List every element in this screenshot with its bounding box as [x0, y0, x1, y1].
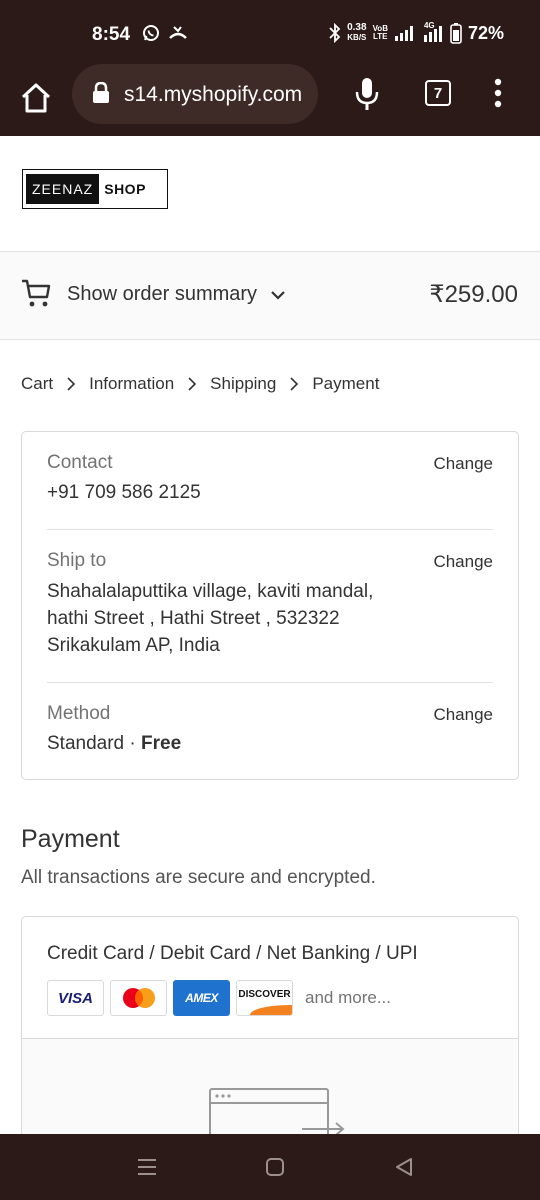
breadcrumb-information[interactable]: Information: [89, 374, 174, 394]
signal-4g-icon: 4G: [422, 21, 444, 43]
payment-subtitle: All transactions are secure and encrypte…: [21, 867, 376, 888]
card-logos: VISA AMEX DISCOVER and more...: [47, 980, 391, 1016]
tab-switcher-button[interactable]: 7: [425, 80, 451, 106]
method-label: Method: [47, 703, 111, 724]
divider: [47, 529, 493, 530]
url-text: s14.myshopify.com: [124, 83, 303, 106]
address-line: Srikakulam AP, India: [47, 635, 220, 656]
payment-method-option[interactable]: Credit Card / Debit Card / Net Banking /…: [22, 917, 518, 1039]
bluetooth-icon: [329, 23, 341, 43]
microphone-icon[interactable]: [354, 76, 380, 112]
method-value: Standard · Free: [47, 730, 493, 757]
payment-method-label: Credit Card / Debit Card / Net Banking /…: [47, 943, 418, 964]
breadcrumb: Cart Information Shipping Payment: [21, 374, 379, 394]
battery-icon: [450, 23, 462, 44]
chevron-down-icon: [271, 291, 285, 300]
recent-apps-icon[interactable]: [136, 1156, 158, 1178]
status-time: 8:54: [92, 24, 131, 45]
address-line: hathi Street , Hathi Street , 532322: [47, 608, 340, 629]
payment-redirect-panel: [22, 1039, 518, 1145]
ship-to-address: Shahalalaputtika village, kaviti mandal,…: [47, 578, 493, 659]
order-total: ₹259.00: [429, 281, 518, 308]
chevron-right-icon: [187, 376, 197, 392]
browser-toolbar: s14.myshopify.com 7: [0, 64, 540, 136]
network-speed: 0.38 KB/S: [347, 22, 367, 43]
battery-percent: 72%: [467, 22, 504, 43]
cart-icon: [22, 279, 51, 307]
contact-value: +91 709 586 2125: [47, 482, 201, 503]
more-options-icon[interactable]: [488, 76, 508, 112]
payment-heading: Payment: [21, 825, 120, 853]
breadcrumb-payment: Payment: [312, 374, 380, 393]
chevron-right-icon: [66, 376, 76, 392]
status-system-icons: 0.38 KB/S VoB LTE 4G 72%: [329, 21, 504, 44]
volte-indicator: VoB LTE: [372, 24, 388, 41]
contact-label: Contact: [47, 452, 113, 473]
home-icon[interactable]: [18, 80, 54, 116]
logo-dark-text: ZEENAZ: [26, 174, 100, 204]
shop-header: ZEENAZ SHOP: [0, 136, 540, 252]
payment-method-box: Credit Card / Debit Card / Net Banking /…: [21, 916, 519, 1146]
tab-count: 7: [433, 84, 443, 102]
review-block: Contact +91 709 586 2125 Change Ship to …: [21, 431, 519, 780]
change-contact-link[interactable]: Change: [433, 454, 493, 474]
back-icon[interactable]: [393, 1156, 415, 1178]
change-method-link[interactable]: Change: [433, 705, 493, 725]
and-more-text: and more...: [305, 988, 391, 1007]
missed-call-icon: [169, 26, 187, 39]
order-summary-label: Show order summary: [67, 283, 258, 305]
change-ship-to-link[interactable]: Change: [433, 552, 493, 572]
mastercard-logo: [110, 980, 167, 1016]
status-bar: 8:54 0.38 KB/S VoB LTE 4G 72%: [0, 0, 540, 64]
chevron-right-icon: [289, 376, 299, 392]
lock-icon: [93, 82, 109, 103]
visa-logo: VISA: [47, 980, 104, 1016]
address-line: Shahalalaputtika village, kaviti mandal,: [47, 581, 374, 602]
breadcrumb-cart[interactable]: Cart: [21, 374, 53, 394]
address-bar[interactable]: s14.myshopify.com: [72, 64, 318, 124]
breadcrumb-shipping[interactable]: Shipping: [210, 374, 276, 394]
discover-logo: DISCOVER: [236, 980, 293, 1016]
status-notification-icons: [142, 24, 188, 42]
ship-to-label: Ship to: [47, 550, 107, 571]
amex-logo: AMEX: [173, 980, 230, 1016]
method-name: Standard ·: [47, 733, 141, 754]
whatsapp-icon: [143, 25, 159, 41]
logo-light-text: SHOP: [104, 181, 146, 197]
ship-to-row: Ship to Shahalalaputtika village, kaviti…: [47, 550, 493, 659]
signal-icon: [394, 26, 413, 41]
shop-logo[interactable]: ZEENAZ SHOP: [22, 169, 168, 209]
method-price: Free: [141, 733, 182, 754]
method-row: Method Standard · Free Change: [47, 703, 493, 757]
order-summary-toggle[interactable]: Show order summary ₹259.00: [0, 252, 540, 340]
home-nav-icon[interactable]: [264, 1156, 286, 1178]
divider: [47, 682, 493, 683]
system-navigation-bar: [0, 1134, 540, 1200]
contact-row: Contact +91 709 586 2125 Change: [47, 452, 493, 506]
